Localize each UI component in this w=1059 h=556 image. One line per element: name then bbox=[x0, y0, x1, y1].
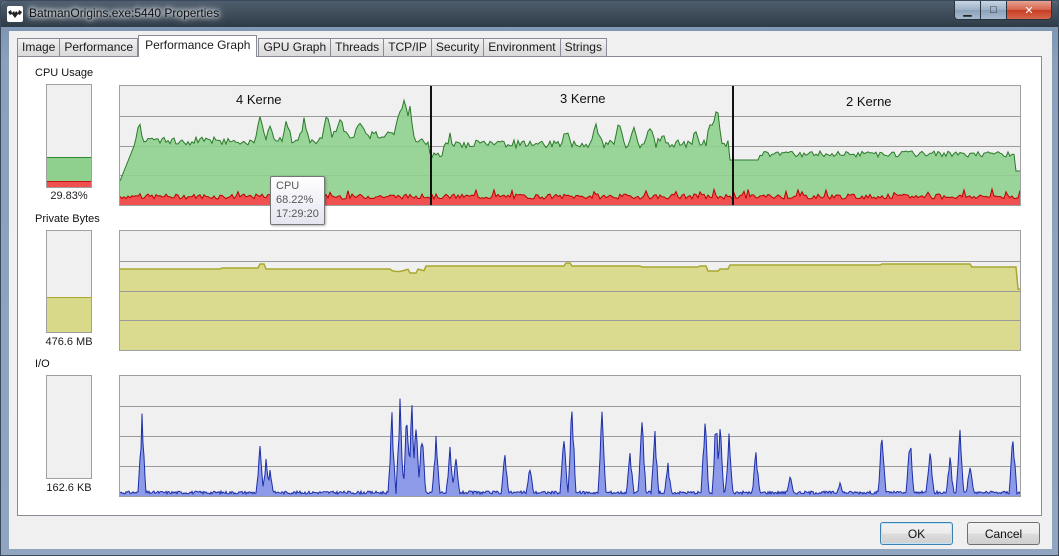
io-value: 162.6 KB bbox=[46, 482, 92, 494]
tab-performance[interactable]: Performance bbox=[59, 38, 139, 57]
tab-performance-graph[interactable]: Performance Graph bbox=[138, 35, 258, 57]
dialog-client: Image Performance Performance Graph GPU … bbox=[9, 31, 1052, 549]
tab-image[interactable]: Image bbox=[17, 38, 61, 57]
private-bytes-area bbox=[120, 263, 1020, 350]
tooltip-value: 68.22% bbox=[276, 194, 314, 206]
private-bytes-graph[interactable] bbox=[119, 230, 1021, 351]
cancel-button[interactable]: Cancel bbox=[967, 522, 1040, 545]
io-label: I/O bbox=[35, 358, 50, 370]
minimize-button[interactable]: ▁ bbox=[954, 1, 981, 20]
private-bytes-graph-canvas bbox=[120, 261, 1020, 350]
tooltip-title: CPU bbox=[276, 180, 300, 192]
tab-tcpip[interactable]: TCP/IP bbox=[383, 38, 432, 57]
io-meter bbox=[46, 375, 92, 479]
performance-graph-panel: CPU Usage 29.83% 4 Kerne 3 Kerne 2 Kerne… bbox=[17, 56, 1042, 516]
tab-environment[interactable]: Environment bbox=[483, 38, 561, 57]
properties-window: BatmanOrigins.exe:5440 Properties ▁ □ ✕ … bbox=[0, 0, 1059, 556]
cpu-usage-label: CPU Usage bbox=[35, 67, 94, 79]
minimize-icon: ▁ bbox=[963, 4, 972, 17]
private-bytes-label: Private Bytes bbox=[35, 213, 100, 225]
section-label-3-cores: 3 Kerne bbox=[560, 91, 606, 106]
tab-strings[interactable]: Strings bbox=[559, 38, 607, 57]
maximize-icon: □ bbox=[990, 4, 997, 16]
private-bytes-meter-fill bbox=[47, 296, 91, 332]
section-label-4-cores: 4 Kerne bbox=[236, 92, 282, 107]
ok-button[interactable]: OK bbox=[880, 522, 953, 545]
close-button[interactable]: ✕ bbox=[1007, 1, 1052, 20]
tab-gpu-graph[interactable]: GPU Graph bbox=[258, 38, 332, 57]
io-graph[interactable] bbox=[119, 375, 1021, 497]
window-title: BatmanOrigins.exe:5440 Properties bbox=[29, 6, 220, 20]
window-controls: ▁ □ ✕ bbox=[954, 1, 1052, 21]
cpu-usage-value: 29.83% bbox=[50, 190, 88, 202]
cpu-usage-graph[interactable]: 4 Kerne 3 Kerne 2 Kerne bbox=[119, 85, 1021, 206]
close-icon: ✕ bbox=[1024, 4, 1034, 17]
maximize-button[interactable]: □ bbox=[981, 1, 1007, 20]
cpu-usage-meter bbox=[46, 84, 92, 188]
tab-security[interactable]: Security bbox=[430, 38, 485, 57]
title-bar[interactable]: BatmanOrigins.exe:5440 Properties ▁ □ ✕ bbox=[1, 1, 1058, 27]
private-bytes-meter bbox=[46, 230, 92, 333]
bat-icon bbox=[7, 6, 23, 22]
io-graph-canvas bbox=[120, 398, 1020, 496]
cpu-tooltip: CPU 68.22% 17:29:20 bbox=[270, 176, 325, 225]
tooltip-time: 17:29:20 bbox=[276, 208, 319, 220]
tab-strip: Image Performance Performance Graph GPU … bbox=[17, 35, 607, 57]
private-bytes-value: 476.6 MB bbox=[45, 336, 93, 348]
section-label-2-cores: 2 Kerne bbox=[846, 94, 892, 109]
cpu-meter-kernel-fill bbox=[47, 180, 91, 187]
tab-threads[interactable]: Threads bbox=[330, 38, 385, 57]
